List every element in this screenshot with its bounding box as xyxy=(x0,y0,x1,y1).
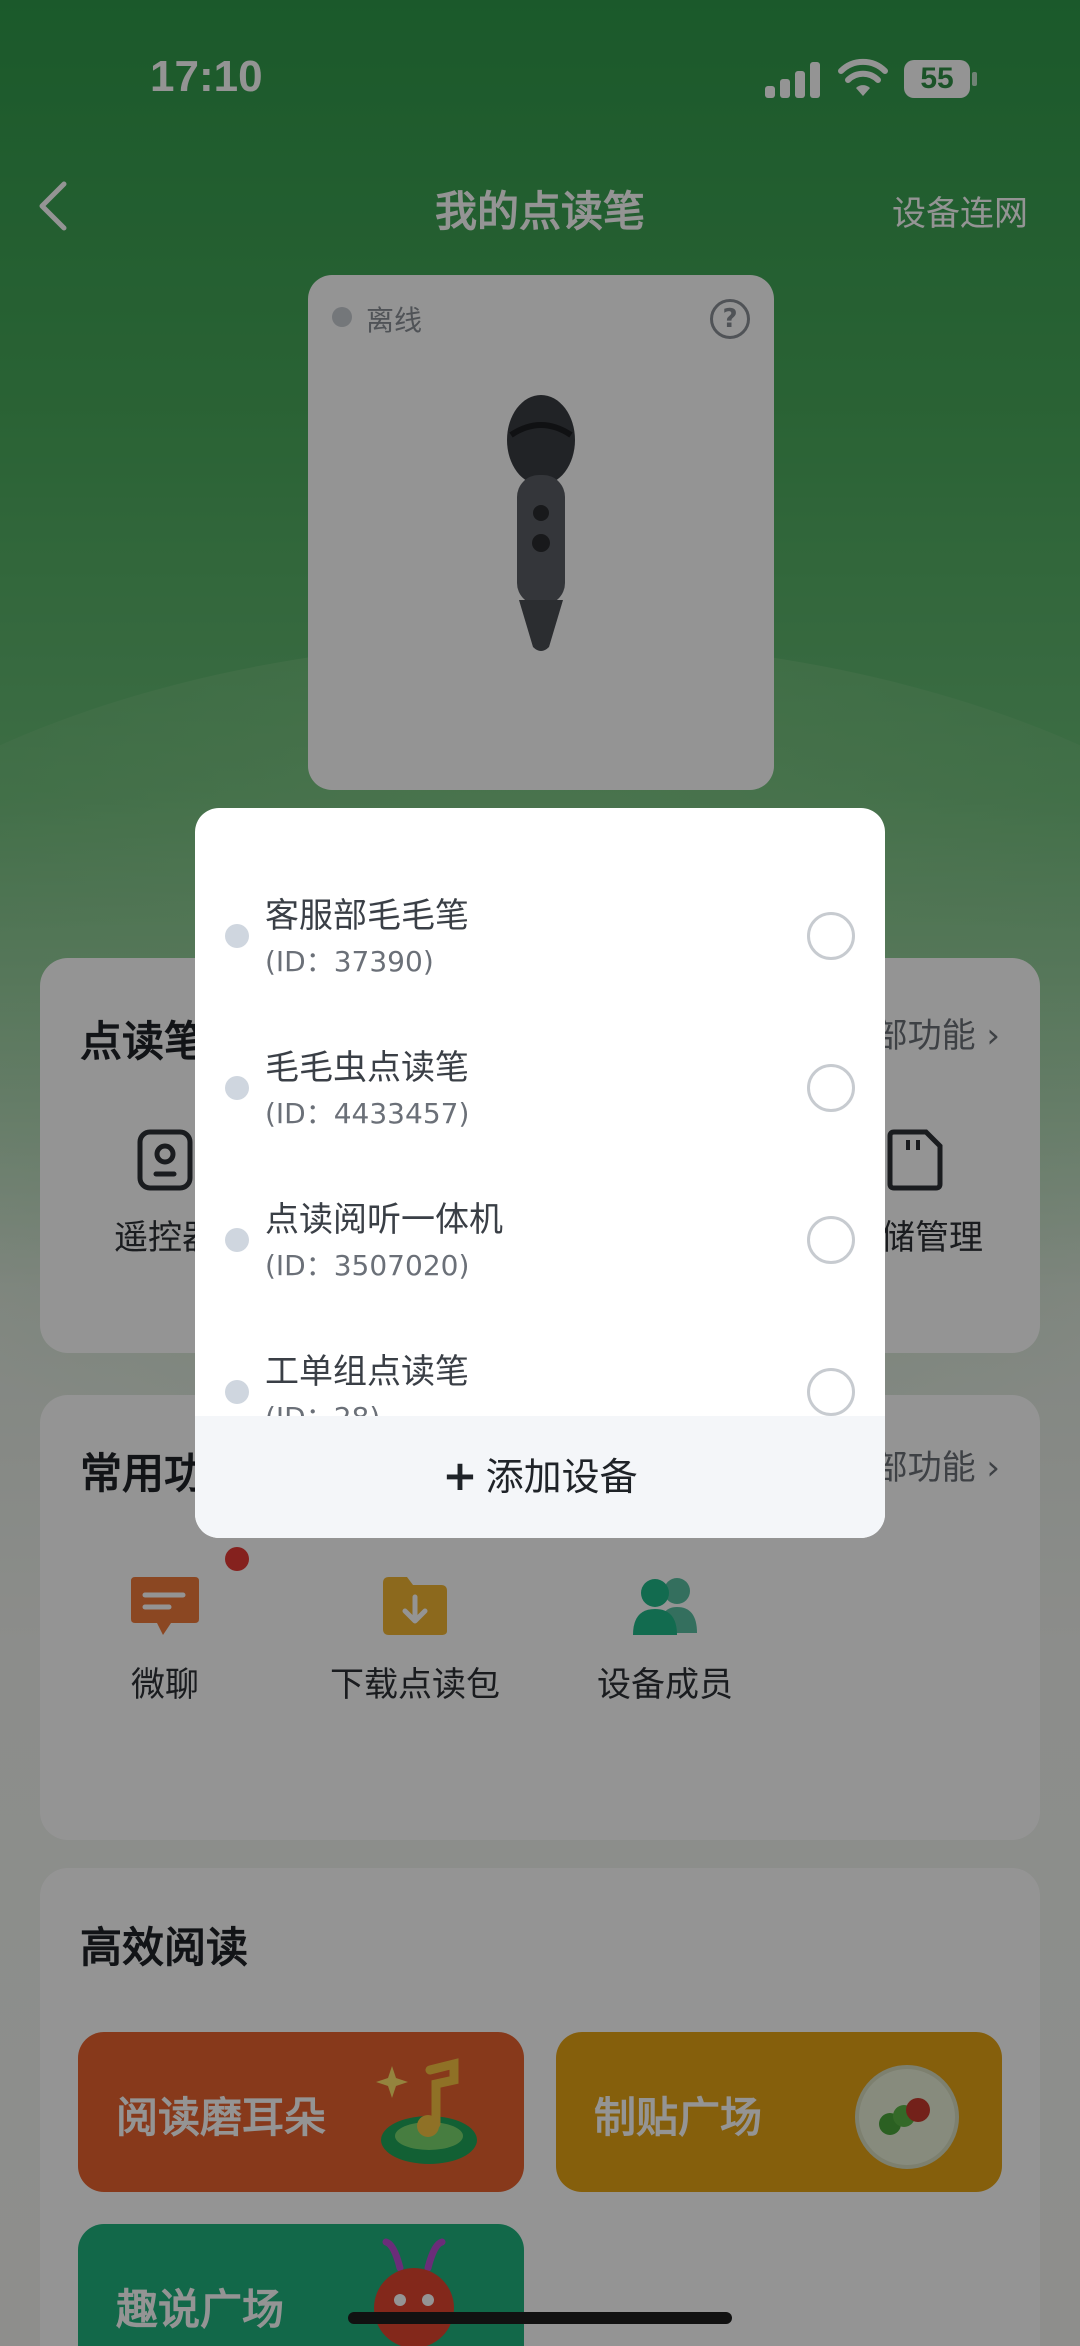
device-id: (ID：4433457) xyxy=(265,1097,470,1130)
device-status-dot xyxy=(225,924,249,948)
device-name: 客服部毛毛笔 xyxy=(265,896,469,936)
device-status-dot xyxy=(225,1228,249,1252)
device-name: 工单组点读笔 xyxy=(265,1352,469,1392)
plus-icon: + xyxy=(442,1451,478,1500)
device-option[interactable]: 毛毛虫点读笔 (ID：4433457) xyxy=(195,1018,885,1170)
device-radio-button[interactable] xyxy=(807,912,855,960)
device-radio-button[interactable] xyxy=(807,1216,855,1264)
device-name: 毛毛虫点读笔 xyxy=(265,1048,469,1088)
device-name: 点读阅听一体机 xyxy=(265,1200,503,1240)
device-id: (ID：37390) xyxy=(265,945,434,978)
device-radio-button[interactable] xyxy=(807,1064,855,1112)
device-picker-dialog: 客服部毛毛笔 (ID：37390) 毛毛虫点读笔 (ID：4433457) 点读… xyxy=(195,808,885,1538)
app-screen: 17:10 55 我的点读笔 设备连网 离线 ? 点读笔 全部功能 › 遥控器 … xyxy=(0,0,1080,2346)
device-option[interactable]: 客服部毛毛笔 (ID：37390) xyxy=(195,866,885,1018)
device-radio-button[interactable] xyxy=(807,1368,855,1416)
device-status-dot xyxy=(225,1076,249,1100)
device-id: (ID：3507020) xyxy=(265,1249,470,1282)
home-indicator[interactable] xyxy=(348,2312,732,2324)
add-device-label: 添加设备 xyxy=(485,1455,638,1499)
add-device-button[interactable]: + 添加设备 xyxy=(195,1416,885,1538)
device-status-dot xyxy=(225,1380,249,1404)
device-option[interactable]: 点读阅听一体机 (ID：3507020) xyxy=(195,1170,885,1322)
